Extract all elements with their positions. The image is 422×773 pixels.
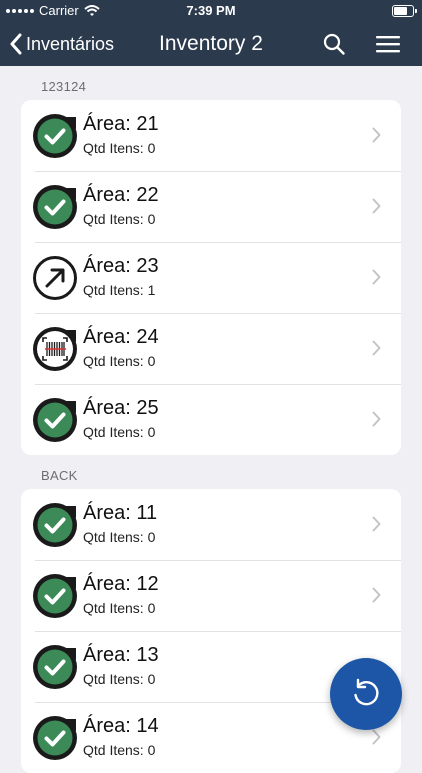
chevron-right-icon [372, 127, 381, 143]
item-subtitle: Qtd Itens: 0 [83, 600, 156, 616]
status-time: 7:39 PM [186, 3, 236, 18]
section-card: Área: 21 Qtd Itens: 0 Área: 22 Qtd Itens… [21, 100, 401, 455]
section-header: 123124 [41, 79, 87, 94]
chevron-right-icon [372, 516, 381, 532]
section-header: BACK [41, 468, 78, 483]
check-circle-icon [32, 573, 78, 619]
back-button[interactable]: Inventários [10, 22, 114, 66]
arrow-up-right-icon [32, 255, 78, 301]
item-title: Área: 25 [83, 397, 159, 419]
item-subtitle: Qtd Itens: 0 [83, 424, 156, 440]
chevron-right-icon [372, 269, 381, 285]
item-title: Área: 21 [83, 113, 159, 135]
list-item[interactable]: Área: 23 Qtd Itens: 1 [21, 242, 401, 313]
menu-icon [376, 36, 400, 53]
list-item[interactable]: Área: 11 Qtd Itens: 0 [21, 489, 401, 560]
chevron-right-icon [372, 198, 381, 214]
chevron-right-icon [372, 587, 381, 603]
item-title: Área: 11 [83, 502, 158, 524]
battery-icon [392, 5, 417, 17]
item-subtitle: Qtd Itens: 0 [83, 529, 156, 545]
list-item[interactable]: Área: 25 Qtd Itens: 0 [21, 384, 401, 455]
navigation-bar: Inventários Inventory 2 [0, 22, 422, 66]
check-circle-icon [32, 644, 78, 690]
list-item[interactable]: Área: 12 Qtd Itens: 0 [21, 560, 401, 631]
list-item[interactable]: Área: 24 Qtd Itens: 0 [21, 313, 401, 384]
item-subtitle: Qtd Itens: 0 [83, 140, 156, 156]
item-title: Área: 14 [83, 715, 159, 737]
search-button[interactable] [318, 28, 350, 60]
item-subtitle: Qtd Itens: 1 [83, 282, 156, 298]
check-circle-icon [32, 502, 78, 548]
check-circle-icon [32, 715, 78, 761]
menu-button[interactable] [372, 28, 404, 60]
barcode-scan-icon [32, 326, 78, 372]
chevron-right-icon [372, 411, 381, 427]
list-item[interactable]: Área: 22 Qtd Itens: 0 [21, 171, 401, 242]
section: 123124 Área: 21 Qtd Itens: 0 Área: 22 Qt… [0, 66, 422, 455]
chevron-left-icon [10, 33, 22, 55]
check-circle-icon [32, 397, 78, 443]
item-title: Área: 13 [83, 644, 159, 666]
item-subtitle: Qtd Itens: 0 [83, 742, 156, 758]
back-label: Inventários [26, 33, 115, 54]
item-title: Área: 24 [83, 326, 159, 348]
item-subtitle: Qtd Itens: 0 [83, 211, 156, 227]
refresh-icon [354, 678, 379, 706]
refresh-button[interactable] [330, 658, 402, 730]
item-subtitle: Qtd Itens: 0 [83, 671, 156, 687]
section-card: Área: 11 Qtd Itens: 0 Área: 12 Qtd Itens… [21, 489, 401, 773]
chevron-right-icon [372, 729, 381, 745]
item-title: Área: 12 [83, 573, 159, 595]
top-bar: Carrier 7:39 PM Inventários Inventory 2 [0, 0, 422, 66]
item-title: Área: 23 [83, 255, 159, 277]
list-item[interactable]: Área: 21 Qtd Itens: 0 [21, 100, 401, 171]
item-subtitle: Qtd Itens: 0 [83, 353, 156, 369]
search-icon [323, 33, 345, 55]
status-bar: Carrier 7:39 PM [0, 0, 422, 22]
check-circle-icon [32, 113, 78, 159]
chevron-right-icon [372, 340, 381, 356]
check-circle-icon [32, 184, 78, 230]
item-title: Área: 22 [83, 184, 159, 206]
